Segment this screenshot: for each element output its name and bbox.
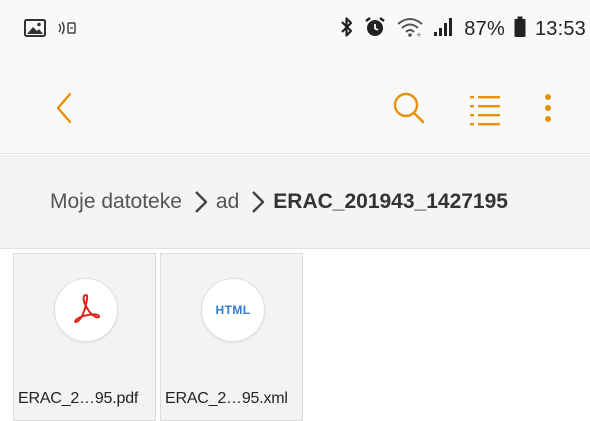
more-options-icon [537, 94, 559, 134]
status-bar: + 87% 13:53 [0, 0, 590, 64]
chevron-right-icon [249, 189, 267, 215]
search-icon [389, 92, 429, 132]
list-view-icon [466, 96, 506, 134]
chevron-right-icon [192, 189, 210, 215]
svg-text:+: + [416, 31, 422, 38]
nfc-icon [56, 18, 80, 43]
battery-percent: 87% [464, 18, 505, 40]
back-button[interactable] [46, 86, 86, 130]
file-tile-xml[interactable]: HTML ERAC_2…95.xml [160, 253, 303, 421]
image-icon [24, 18, 46, 43]
html-file-icon: HTML [215, 303, 251, 317]
breadcrumb-ad[interactable]: ad [216, 190, 239, 214]
file-name: ERAC_2…95.pdf [18, 390, 139, 407]
clock: 13:53 [534, 18, 586, 40]
breadcrumb-my-files[interactable]: Moje datoteke [50, 190, 182, 214]
alarm-icon [363, 16, 387, 43]
battery-icon [514, 16, 526, 43]
file-grid: ERAC_2…95.pdf HTML ERAC_2…95.xml [0, 250, 590, 421]
status-bar-left [24, 18, 80, 43]
pdf-icon [69, 291, 103, 330]
back-icon [46, 92, 86, 134]
file-icon-badge: HTML [201, 278, 265, 342]
file-name: ERAC_2…95.xml [165, 390, 288, 407]
file-tile-pdf[interactable]: ERAC_2…95.pdf [13, 253, 156, 421]
list-view-button[interactable] [466, 90, 506, 130]
search-button[interactable] [389, 88, 429, 128]
file-icon-badge [54, 278, 118, 342]
signal-icon [433, 16, 455, 43]
breadcrumb: Moje datoteke ad ERAC_201943_1427195 [0, 155, 590, 249]
wifi-icon: + [396, 16, 424, 43]
more-options-button[interactable] [537, 90, 559, 130]
bluetooth-icon [340, 16, 354, 43]
app-bar [0, 64, 590, 154]
status-bar-right: + 87% 13:53 [340, 16, 586, 43]
breadcrumb-current-folder: ERAC_201943_1427195 [273, 189, 508, 213]
